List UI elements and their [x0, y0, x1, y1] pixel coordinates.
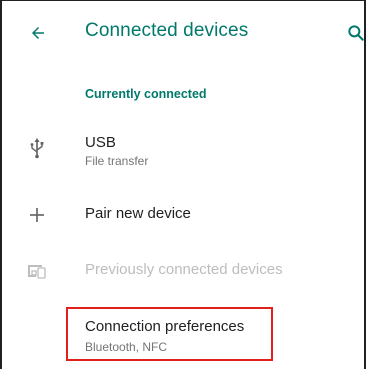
- app-bar: Connected devices: [2, 1, 366, 65]
- back-button[interactable]: [20, 15, 56, 51]
- search-icon: [348, 25, 364, 41]
- usb-item[interactable]: USB File transfer: [2, 121, 366, 181]
- previously-connected-devices-item[interactable]: Previously connected devices: [2, 245, 366, 297]
- highlight-box: [66, 307, 273, 361]
- plus-icon: [24, 202, 50, 228]
- usb-icon: [24, 135, 50, 161]
- devices-icon: [24, 258, 50, 284]
- previously-connected-devices-label: Previously connected devices: [85, 261, 283, 278]
- usb-subtitle: File transfer: [85, 154, 149, 168]
- pair-new-device-item[interactable]: Pair new device: [2, 189, 366, 241]
- settings-screen: Connected devices Currently connected US…: [0, 0, 366, 369]
- usb-title: USB: [85, 134, 116, 151]
- page-title: Connected devices: [85, 20, 249, 41]
- arrow-back-icon: [32, 27, 44, 39]
- search-button[interactable]: [338, 15, 366, 51]
- section-header-currently-connected: Currently connected: [85, 87, 207, 101]
- pair-new-device-label: Pair new device: [85, 205, 191, 222]
